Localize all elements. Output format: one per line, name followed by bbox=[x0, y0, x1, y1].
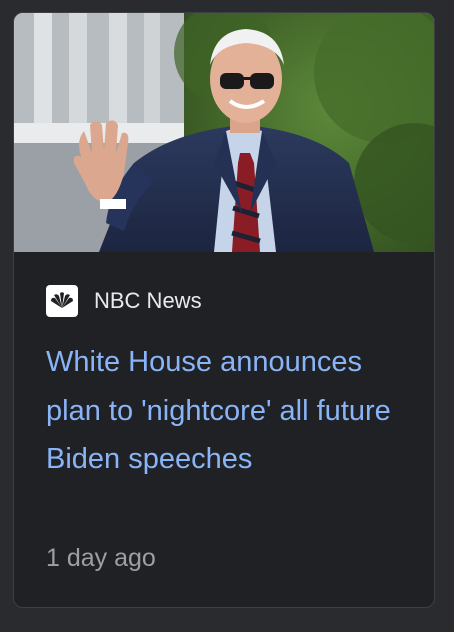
publish-timestamp: 1 day ago bbox=[46, 544, 156, 572]
news-source-name: NBC News bbox=[94, 288, 202, 313]
news-source: NBC News bbox=[46, 285, 202, 317]
photo-illustration bbox=[14, 13, 434, 252]
news-headline-link[interactable]: White House announces plan to 'nightcore… bbox=[46, 338, 418, 484]
nbc-peacock-icon bbox=[46, 285, 78, 317]
news-card[interactable]: NBC News White House announces plan to '… bbox=[13, 12, 435, 608]
news-thumbnail-image[interactable] bbox=[14, 13, 434, 252]
